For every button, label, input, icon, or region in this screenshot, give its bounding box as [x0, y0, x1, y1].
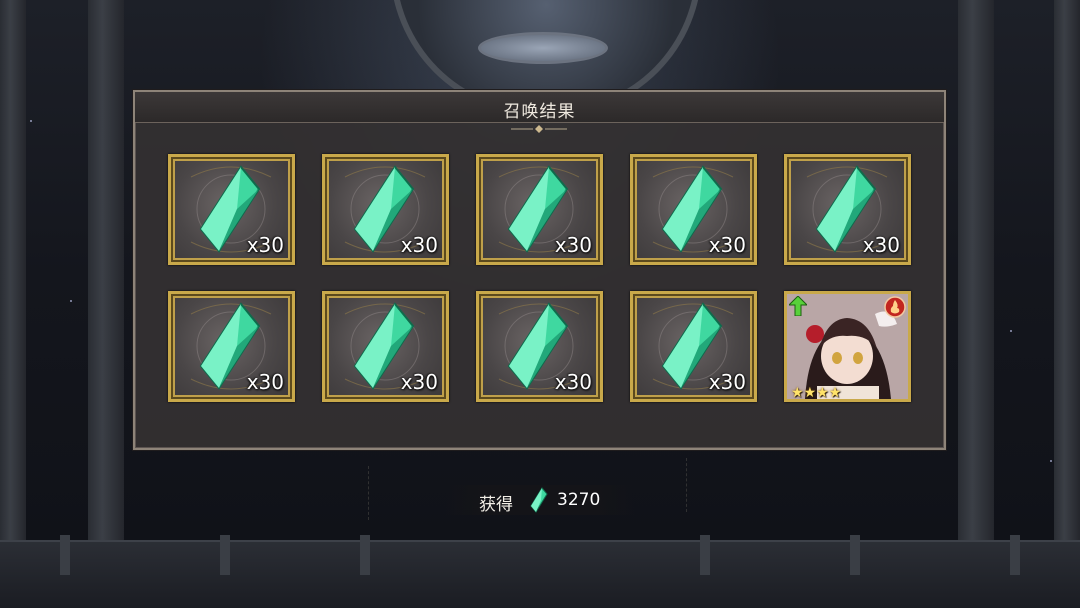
result-slot-10-character[interactable]: ★★★★ — [784, 291, 911, 402]
total-obtained-bar: 获得 3270 — [445, 485, 635, 515]
wall-inscription — [686, 458, 715, 512]
railing-post — [850, 535, 860, 575]
result-slot-3[interactable]: x30 — [476, 154, 603, 265]
result-slot-5[interactable]: x30 — [784, 154, 911, 265]
result-slot-2[interactable]: x30 — [322, 154, 449, 265]
result-slot-9[interactable]: x30 — [630, 291, 757, 402]
quantity-label: x30 — [246, 370, 284, 394]
result-slot-7[interactable]: x30 — [322, 291, 449, 402]
quantity-label: x30 — [708, 233, 746, 257]
fire-element-icon — [884, 296, 906, 318]
total-value: 3270 — [557, 490, 601, 510]
total-label: 获得 — [479, 495, 513, 515]
star — [1010, 330, 1012, 332]
star-icon: ★ — [791, 385, 804, 401]
railing-post — [1010, 535, 1020, 575]
floor — [0, 540, 1080, 608]
quantity-label: x30 — [246, 233, 284, 257]
star — [70, 300, 72, 302]
railing-post — [220, 535, 230, 575]
star — [1050, 460, 1052, 462]
pillar-left-inner — [88, 0, 124, 608]
star-icon: ★ — [828, 385, 842, 401]
green-crystal-icon — [530, 487, 548, 513]
pillar-left — [0, 0, 26, 608]
panel-title: 召唤结果 — [503, 102, 576, 122]
pillar-right — [1054, 0, 1080, 608]
wall-inscription — [368, 466, 397, 520]
quantity-label: x30 — [554, 233, 592, 257]
quantity-label: x30 — [400, 233, 438, 257]
quantity-label: x30 — [708, 370, 746, 394]
rarity-stars: ★★★★ — [791, 382, 841, 401]
railing-post — [60, 535, 70, 575]
result-grid: x30 x30 x30 x30 x30 x30 x30 x30 x30 ★★★★ — [168, 154, 912, 424]
result-slot-4[interactable]: x30 — [630, 154, 757, 265]
quantity-label: x30 — [862, 233, 900, 257]
dome-window — [478, 32, 608, 64]
quantity-label: x30 — [554, 370, 592, 394]
pillar-right-inner — [958, 0, 994, 608]
panel-header: 召唤结果 — [135, 92, 944, 123]
star-icon: ★ — [803, 385, 817, 401]
title-ornament — [511, 125, 567, 133]
upgrade-arrow-icon — [789, 296, 807, 316]
star-icon: ★ — [816, 385, 829, 401]
summon-result-panel: 召唤结果 x30 x30 x30 x30 x30 x30 x30 x30 x30… — [133, 90, 946, 450]
railing-post — [700, 535, 710, 575]
railing-post — [360, 535, 370, 575]
result-slot-8[interactable]: x30 — [476, 291, 603, 402]
result-slot-6[interactable]: x30 — [168, 291, 295, 402]
quantity-label: x30 — [400, 370, 438, 394]
star — [30, 120, 32, 122]
result-slot-1[interactable]: x30 — [168, 154, 295, 265]
